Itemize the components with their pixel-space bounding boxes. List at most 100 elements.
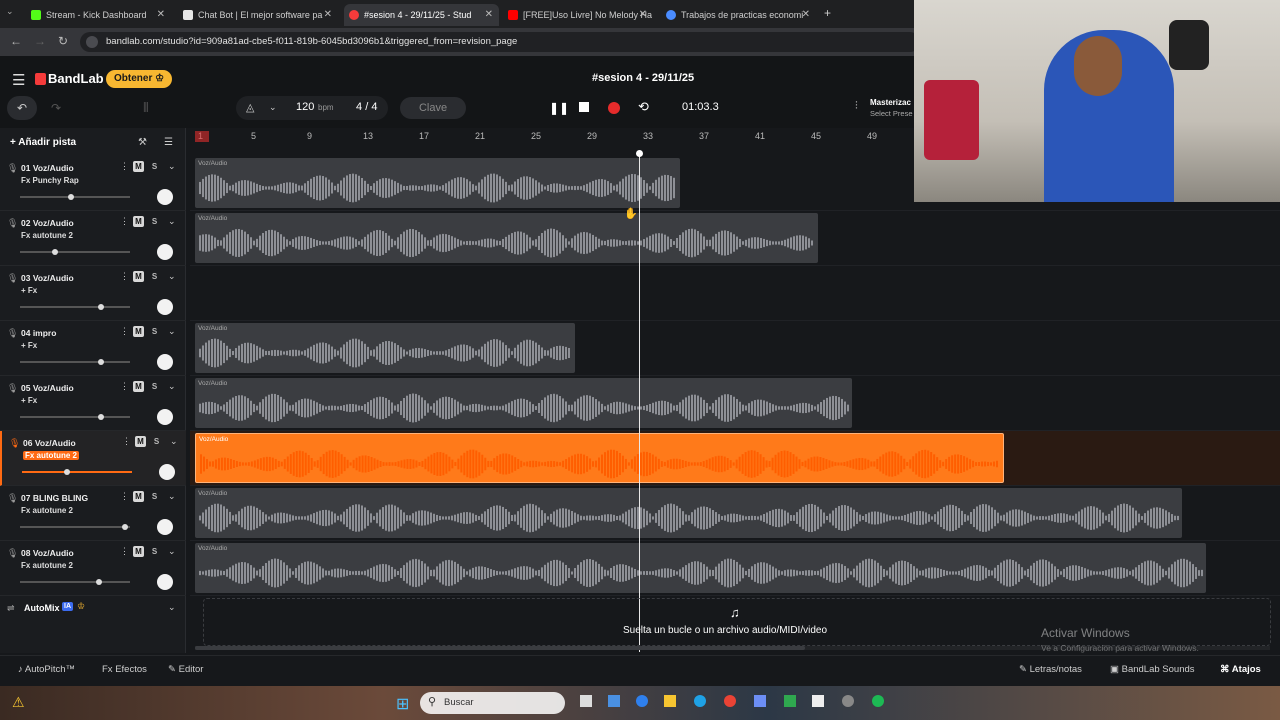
mastering-label[interactable]: Masterizac <box>870 98 911 107</box>
shortcuts-button[interactable]: ⌘ Atajos <box>1220 664 1261 675</box>
volume-knob[interactable] <box>98 414 104 420</box>
more-icon[interactable]: ⋮ <box>120 491 129 502</box>
more-icon[interactable]: ⋮ <box>120 381 129 392</box>
address-bar[interactable]: bandlab.com/studio?id=909a81ad-cbe5-f011… <box>80 32 920 52</box>
chevron-down-icon[interactable]: ⌄ <box>168 216 176 227</box>
back-icon[interactable]: ← <box>10 34 22 48</box>
record-icon[interactable] <box>608 102 620 114</box>
editor-button[interactable]: ✎ Editor <box>168 664 203 675</box>
volume-knob[interactable] <box>51 249 58 255</box>
volume-slider[interactable] <box>22 469 132 475</box>
taskbar-search[interactable]: ⚲ Buscar <box>420 692 565 714</box>
track-fx[interactable]: + Fx <box>21 341 37 350</box>
task-view-icon[interactable] <box>580 695 592 707</box>
volume-slider[interactable] <box>20 194 130 200</box>
volume-knob[interactable] <box>121 524 128 530</box>
track-lane[interactable]: Voz/Audio <box>190 486 1280 541</box>
volume-slider[interactable] <box>20 359 130 365</box>
volume-knob[interactable] <box>98 304 104 310</box>
close-icon[interactable]: ✕ <box>639 4 647 26</box>
volume-slider[interactable] <box>20 524 130 530</box>
track-lane[interactable]: Voz/Audio <box>190 376 1280 431</box>
audio-clip[interactable]: Voz/Audio <box>195 158 680 208</box>
track-fx[interactable]: Fx autotune 2 <box>21 506 73 515</box>
track-header[interactable]: 🎙 07 BLING BLING Fx autotune 2 ⋮ M S ⌄ <box>0 486 186 541</box>
audio-clip[interactable]: Voz/Audio <box>195 488 1182 538</box>
project-title[interactable]: #sesion 4 - 29/11/25 <box>592 72 694 84</box>
chevron-down-icon[interactable]: ⌄ <box>168 161 176 172</box>
track-header[interactable]: 🎙 05 Voz/Audio + Fx ⋮ M S ⌄ <box>0 376 186 431</box>
tab-list-icon[interactable]: ⌄ <box>6 6 14 17</box>
chevron-down-icon[interactable]: ⌄ <box>269 102 277 113</box>
reload-icon[interactable]: ↻ <box>58 34 68 48</box>
file-explorer-icon[interactable] <box>664 695 676 707</box>
chevron-down-icon[interactable]: ⌄ <box>168 381 176 392</box>
warning-icon[interactable]: ⚠ <box>12 694 25 711</box>
chevron-down-icon[interactable]: ⌄ <box>168 271 176 282</box>
track-lane[interactable]: Voz/Audio <box>190 541 1280 596</box>
app-icon[interactable] <box>636 695 648 707</box>
more-icon[interactable]: ⋮ <box>120 271 129 282</box>
audio-clip[interactable]: Voz/Audio <box>195 433 1004 483</box>
solo-button[interactable]: S <box>149 161 160 172</box>
automix-row[interactable]: ⇌ AutoMix IA ♔ ⌄ <box>0 599 186 619</box>
audio-clip[interactable]: Voz/Audio <box>195 323 575 373</box>
more-icon[interactable]: ⋮ <box>120 216 129 227</box>
audio-clip[interactable]: Voz/Audio <box>195 213 818 263</box>
loop-icon[interactable]: ⟲ <box>638 99 649 115</box>
solo-button[interactable]: S <box>151 436 162 447</box>
audio-clip[interactable]: Voz/Audio <box>195 378 852 428</box>
tab-bandlab[interactable]: #sesion 4 - 29/11/25 - Stud ✕ <box>344 4 499 26</box>
chevron-down-icon[interactable]: ⌄ <box>168 491 176 502</box>
volume-knob[interactable] <box>98 359 104 365</box>
autopitch-button[interactable]: ♪ AutoPitch™ <box>18 664 75 675</box>
pan-knob[interactable] <box>157 574 173 590</box>
track-name[interactable]: 07 BLING BLING <box>21 493 88 503</box>
pause-icon[interactable]: ❚❚ <box>549 101 569 115</box>
solo-button[interactable]: S <box>149 216 160 227</box>
solo-button[interactable]: S <box>149 546 160 557</box>
mixer-icon[interactable]: ⦀ <box>143 100 149 116</box>
chrome-icon[interactable] <box>724 695 736 707</box>
bandlab-sounds-button[interactable]: ▣ BandLab Sounds <box>1110 664 1195 675</box>
track-fx[interactable]: Fx Punchy Rap <box>21 176 79 185</box>
track-lane[interactable]: Voz/Audio <box>190 431 1280 486</box>
track-name[interactable]: 03 Voz/Audio <box>21 273 74 283</box>
solo-button[interactable]: S <box>149 381 160 392</box>
solo-button[interactable]: S <box>149 271 160 282</box>
obtener-button[interactable]: Obtener ♔ <box>106 70 172 88</box>
undo-button[interactable]: ↶ <box>7 96 37 120</box>
scrollbar-thumb[interactable] <box>195 646 805 650</box>
pan-knob[interactable] <box>157 244 173 260</box>
pan-knob[interactable] <box>157 299 173 315</box>
bpm-value[interactable]: 120 <box>296 101 314 113</box>
volume-knob[interactable] <box>67 194 74 200</box>
volume-slider[interactable] <box>20 249 130 255</box>
track-fx[interactable]: + Fx <box>21 286 37 295</box>
volume-slider[interactable] <box>20 304 130 310</box>
playhead-handle[interactable] <box>636 150 643 157</box>
mute-button[interactable]: M <box>133 381 144 392</box>
add-track-button[interactable]: + Añadir pista <box>10 137 76 148</box>
spotify-icon[interactable] <box>872 695 884 707</box>
track-lane[interactable] <box>190 266 1280 321</box>
chevron-down-icon[interactable]: ⌄ <box>168 546 176 557</box>
mute-button[interactable]: M <box>133 546 144 557</box>
more-icon[interactable]: ⋮ <box>120 546 129 557</box>
solo-button[interactable]: S <box>149 491 160 502</box>
track-name[interactable]: 01 Voz/Audio <box>21 163 74 173</box>
app-icon[interactable] <box>608 695 620 707</box>
pan-knob[interactable] <box>157 409 173 425</box>
track-header[interactable]: 🎙 03 Voz/Audio + Fx ⋮ M S ⌄ <box>0 266 186 321</box>
app-icon[interactable] <box>812 695 824 707</box>
more-icon[interactable]: ⋮ <box>120 326 129 337</box>
solo-button[interactable]: S <box>149 326 160 337</box>
track-fx[interactable]: + Fx <box>21 396 37 405</box>
windows-start-icon[interactable]: ⊞ <box>396 694 409 714</box>
mute-button[interactable]: M <box>133 161 144 172</box>
app-icon[interactable] <box>784 695 796 707</box>
redo-button[interactable]: ↷ <box>41 96 71 120</box>
more-icon[interactable]: ⋮ <box>122 436 131 447</box>
tab-youtube[interactable]: [FREE]Uso Livre] No Melody Ha ✕ <box>503 4 653 26</box>
tools-icon[interactable]: ⚒ <box>138 137 147 148</box>
